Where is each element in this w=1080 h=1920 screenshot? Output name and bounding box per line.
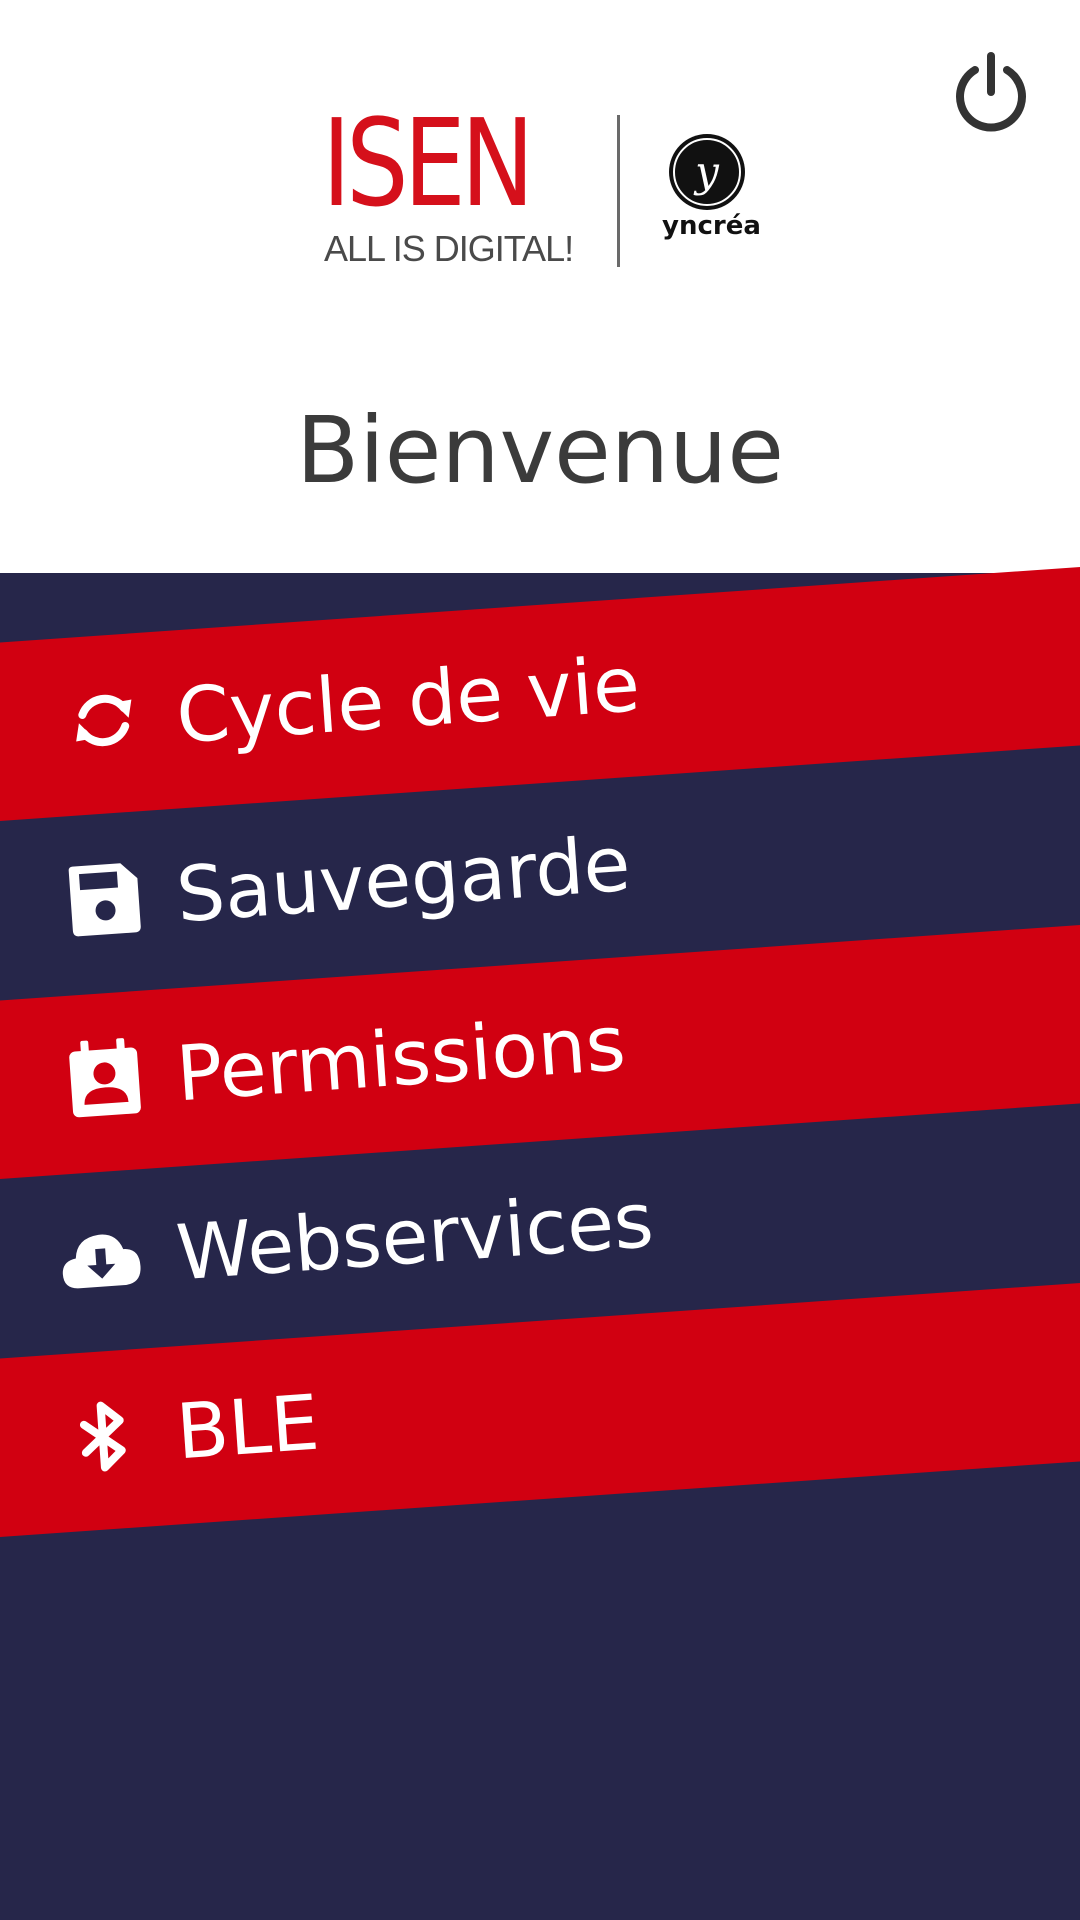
power-icon [956, 52, 1026, 132]
yncrea-logo-icon: y [669, 134, 745, 210]
refresh-icon [76, 694, 132, 747]
contact-badge-icon [69, 1038, 141, 1118]
menu-item-label: Sauvegarde [173, 818, 634, 940]
menu-item-label: Cycle de vie [173, 639, 643, 761]
yncrea-mark: y [693, 147, 720, 196]
logo-partner: yncréa [662, 211, 761, 241]
menu-item-label: BLE [173, 1377, 322, 1477]
logo-tagline: ALL IS DIGITAL! [324, 228, 574, 269]
isen-yncrea-logo: ISEN ALL IS DIGITAL! y yncréa [310, 105, 770, 275]
menu-item-label: Webservices [173, 1175, 657, 1298]
power-button[interactable] [948, 50, 1034, 136]
welcome-title: Bienvenue [296, 397, 784, 504]
logo-brand: ISEN [322, 95, 535, 234]
header: ISEN ALL IS DIGITAL! y yncréa Bienvenue [0, 0, 1080, 573]
bluetooth-icon [79, 1401, 126, 1472]
main-menu: Cycle de vie Sauvegarde Permissions Webs… [0, 564, 1080, 1920]
menu-item-label: Permissions [173, 998, 629, 1119]
floppy-disk-icon [68, 863, 141, 937]
cloud-download-icon [62, 1234, 141, 1289]
logo-divider [617, 115, 620, 267]
